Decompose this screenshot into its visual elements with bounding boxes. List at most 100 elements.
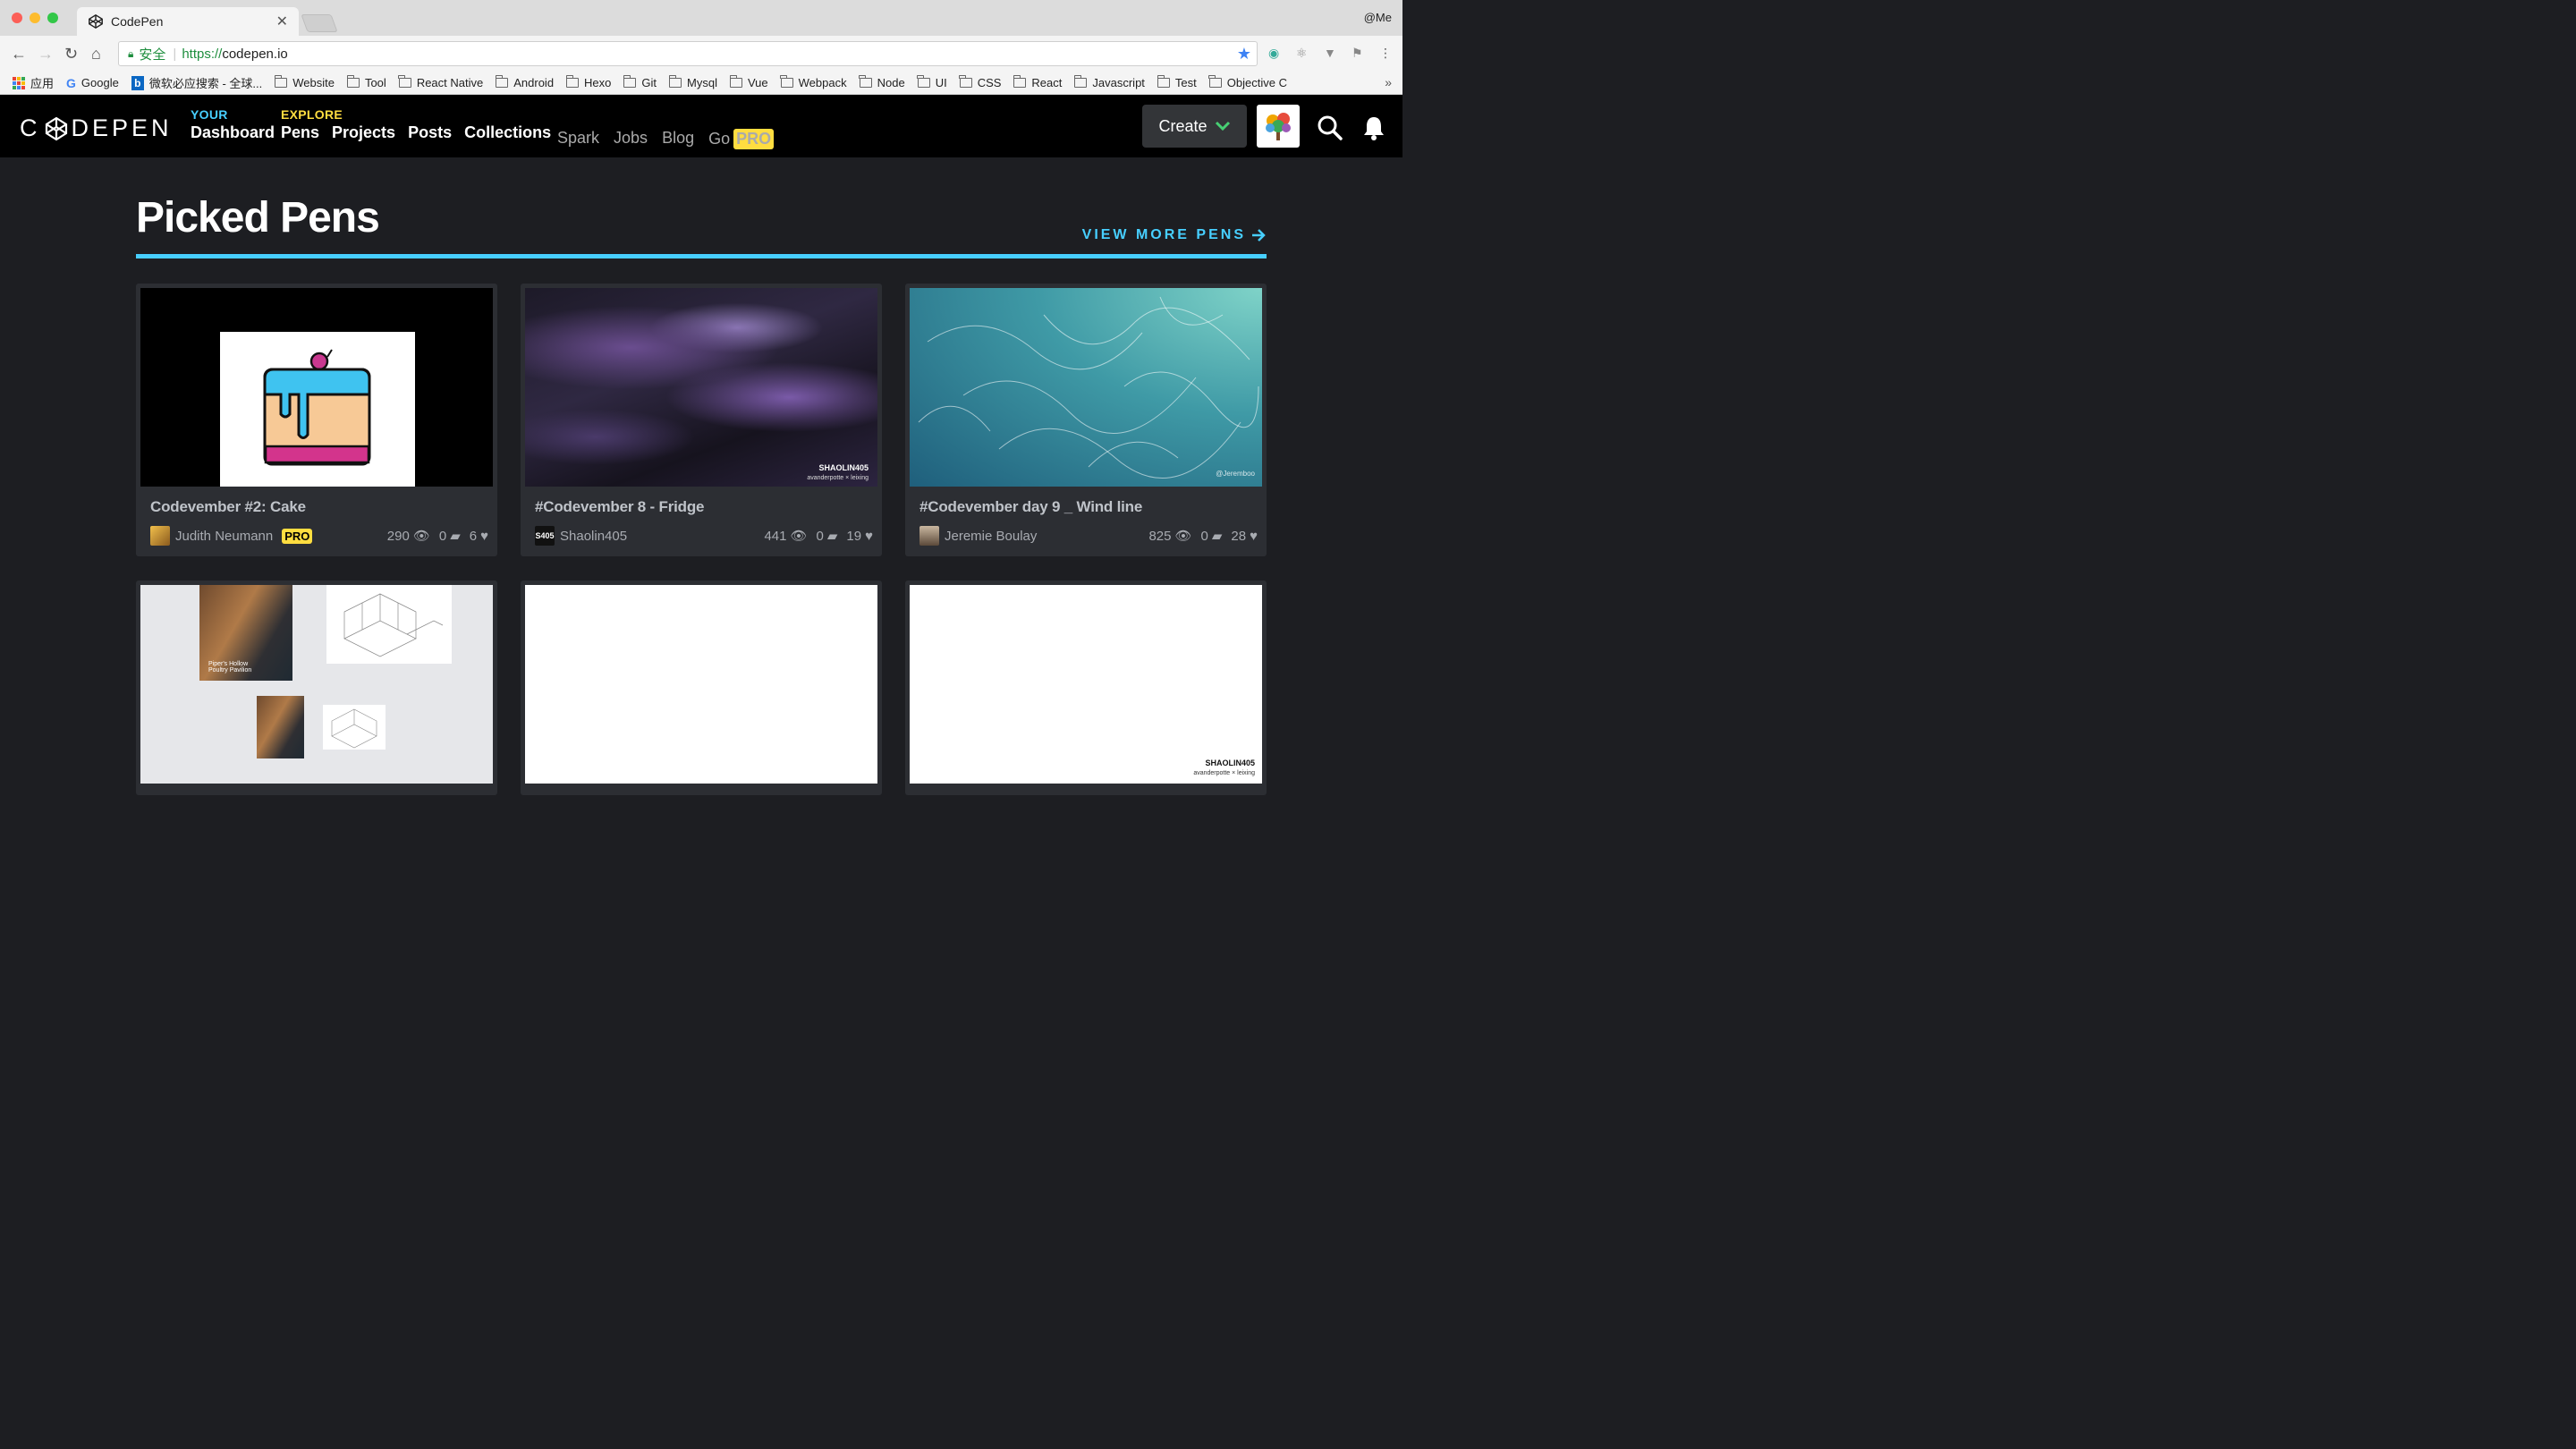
pen-title[interactable]: #Codevember 8 - Fridge <box>535 498 704 516</box>
home-icon[interactable]: ⌂ <box>91 45 101 64</box>
bookmark-folder[interactable]: UI <box>917 75 947 89</box>
view-more-pens-link[interactable]: VIEW MORE PENS <box>1082 227 1266 243</box>
nav-dashboard[interactable]: Dashboard <box>191 123 275 142</box>
bookmark-star-icon[interactable]: ★ <box>1237 45 1251 64</box>
nav-spark[interactable]: Spark <box>557 129 599 149</box>
vue-extension-icon[interactable]: ▼ <box>1324 46 1336 60</box>
likes-stat[interactable]: 6 ♥ <box>470 529 488 544</box>
notifications-bell-icon[interactable] <box>1360 114 1387 141</box>
author-name[interactable]: Shaolin405 <box>560 529 627 544</box>
bookmark-folder[interactable]: Tool <box>346 75 386 89</box>
forward-arrow-icon[interactable]: → <box>38 45 54 64</box>
zoom-window-button[interactable] <box>47 13 58 23</box>
globe-extension-icon[interactable]: ◉ <box>1268 46 1279 61</box>
pen-stats: 825 👁︎ 0 ▰ 28 ♥ <box>1148 528 1258 545</box>
bookmark-folder[interactable]: Git <box>623 75 657 89</box>
bookmark-google[interactable]: G Google <box>66 76 119 90</box>
bookmark-folder[interactable]: Mysql <box>668 75 717 89</box>
menu-kebab-icon[interactable]: ⋮ <box>1379 46 1392 61</box>
pen-title[interactable]: Codevember #2: Cake <box>150 498 306 516</box>
back-arrow-icon[interactable]: ← <box>11 45 27 64</box>
pen-card[interactable]: @Jeremboo #Codevember day 9 _ Wind line … <box>905 284 1267 556</box>
author-name[interactable]: Jeremie Boulay <box>945 529 1037 544</box>
reload-icon[interactable]: ↻ <box>64 45 78 64</box>
bookmark-folder[interactable]: React Native <box>398 75 483 89</box>
nav-go-label: Go <box>708 130 731 148</box>
bookmark-folder[interactable]: React <box>1013 75 1062 89</box>
bookmark-bing[interactable]: b 微软必应搜索 - 全球... <box>131 74 262 91</box>
folder-icon <box>398 75 411 88</box>
pen-card[interactable]: Codevember #2: Cake Judith Neumann PRO 2… <box>136 284 497 556</box>
likes-stat[interactable]: 19 ♥ <box>846 529 873 544</box>
pen-title[interactable]: #Codevember day 9 _ Wind line <box>919 498 1142 516</box>
bookmark-folder[interactable]: Webpack <box>780 75 847 89</box>
author-avatar[interactable] <box>919 526 939 546</box>
pen-card[interactable] <box>521 580 882 795</box>
close-tab-icon[interactable]: ✕ <box>276 13 288 30</box>
minimize-window-button[interactable] <box>30 13 40 23</box>
folder-icon <box>1013 75 1027 88</box>
author-avatar[interactable]: S405 <box>535 526 555 546</box>
pen-card[interactable]: SHAOLIN405 avanderpotte × leixing #Codev… <box>521 284 882 556</box>
user-avatar[interactable] <box>1257 105 1300 148</box>
pen-stats: 290 👁︎ 0 ▰ 6 ♥ <box>387 528 488 545</box>
bookmark-label: Test <box>1174 76 1197 89</box>
pen-preview[interactable]: @Jeremboo <box>910 288 1262 487</box>
react-extension-icon[interactable]: ⚛ <box>1296 46 1308 61</box>
likes-count: 6 <box>469 528 478 544</box>
bookmark-folder[interactable]: Test <box>1157 75 1197 89</box>
codepen-cube-icon <box>45 116 67 140</box>
bookmark-folder[interactable]: Javascript <box>1073 75 1145 89</box>
close-window-button[interactable] <box>12 13 22 23</box>
bookmark-folders: Website Tool React Native Android Hexo Git Mys… <box>274 75 1300 89</box>
bookmark-folder[interactable]: Android <box>495 75 554 89</box>
pen-card[interactable]: Piper's Hollow Poultry Pavilion <box>136 580 497 795</box>
cake-illustration-icon <box>263 349 371 466</box>
pen-preview[interactable]: SHAOLIN405 avanderpotte × leixing <box>525 288 877 487</box>
nav-pens[interactable]: Pens <box>281 123 319 142</box>
comments-stat[interactable]: 0 ▰ <box>1201 528 1223 545</box>
folder-icon <box>274 75 288 88</box>
author-name[interactable]: Judith Neumann <box>175 529 273 544</box>
bookmark-folder[interactable]: Node <box>859 75 905 89</box>
pen-preview[interactable] <box>525 585 877 784</box>
bookmark-folder[interactable]: Vue <box>729 75 768 89</box>
pen-preview[interactable]: Piper's Hollow Poultry Pavilion <box>140 585 493 784</box>
bookmark-label: Hexo <box>584 76 612 89</box>
author-pro-badge: PRO <box>282 528 313 544</box>
comments-stat[interactable]: 0 ▰ <box>439 528 461 545</box>
nav-collections[interactable]: Collections <box>464 123 551 142</box>
bookmark-label: Git <box>641 76 657 89</box>
pen-card[interactable]: SHAOLIN405 avanderpotte × leixing <box>905 580 1267 795</box>
bookmark-apps[interactable]: 应用 <box>13 74 54 91</box>
lock-icon: 🔒︎ <box>128 47 134 60</box>
nav-posts[interactable]: Posts <box>408 123 452 142</box>
browser-tab-codepen[interactable]: CodePen ✕ <box>77 7 299 36</box>
likes-count: 19 <box>846 528 862 544</box>
pen-stats: 441 👁︎ 0 ▰ 19 ♥ <box>764 528 873 545</box>
bookmark-folder[interactable]: Website <box>274 75 335 89</box>
bookmark-folder[interactable]: CSS <box>959 75 1001 89</box>
bookmark-label: Tool <box>364 76 386 89</box>
author-avatar[interactable] <box>150 526 170 546</box>
comments-stat[interactable]: 0 ▰ <box>817 528 838 545</box>
new-tab-button[interactable] <box>301 14 338 32</box>
nav-go-pro[interactable]: Go PRO <box>708 129 775 149</box>
extension-icon[interactable]: ⚑ <box>1352 46 1363 61</box>
bookmark-folder[interactable]: Objective C <box>1208 75 1287 89</box>
avatar-tree-icon <box>1266 113 1291 140</box>
search-icon[interactable] <box>1317 114 1343 141</box>
nav-projects[interactable]: Projects <box>332 123 395 142</box>
bookmark-folder[interactable]: Hexo <box>565 75 612 89</box>
nav-blog[interactable]: Blog <box>662 129 694 149</box>
pen-preview[interactable] <box>140 288 493 487</box>
pen-preview[interactable]: SHAOLIN405 avanderpotte × leixing <box>910 585 1262 784</box>
pavilion-drawing-small-icon <box>323 705 386 750</box>
profile-label[interactable]: @Me <box>1364 11 1392 24</box>
more-bookmarks-icon[interactable]: » <box>1385 75 1392 89</box>
url-input[interactable]: 🔒︎ 安全 | https:// codepen.io ★ <box>118 41 1258 66</box>
codepen-logo[interactable]: C DEPEN <box>20 114 173 142</box>
likes-stat[interactable]: 28 ♥ <box>1231 529 1258 544</box>
create-button[interactable]: Create <box>1142 105 1247 148</box>
nav-jobs[interactable]: Jobs <box>614 129 648 149</box>
